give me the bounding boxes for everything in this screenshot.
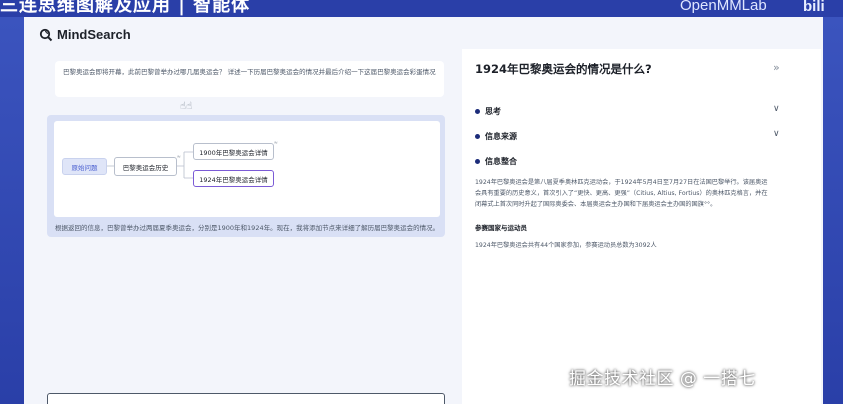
section-sources[interactable]: 信息来源 ∨	[475, 129, 780, 143]
answer-panel: 1924年巴黎奥运会的情况是什么? » 思考 ∨ 信息来源 ∨ 信息整合 192…	[462, 49, 821, 404]
answer-title: 1924年巴黎奥运会的情况是什么?	[475, 62, 652, 76]
node-status-mark: ≈	[176, 154, 181, 160]
chevron-down-icon[interactable]: ∨	[773, 104, 780, 114]
section-label: 思考	[485, 106, 501, 116]
app-title: MindSearch	[57, 27, 131, 42]
mindsearch-app: MindSearch 巴黎奥运会即将开幕，此前巴黎曾举办过哪几届奥运会？ 详述一…	[24, 17, 823, 404]
graph-node-label: 巴黎奥运会历史	[122, 163, 169, 172]
section-label: 信息来源	[485, 131, 517, 141]
bili-logo: bili	[803, 0, 825, 15]
graph-node-paris-history[interactable]: 巴黎奥运会历史 ≈	[114, 154, 181, 176]
app-logo[interactable]: MindSearch	[39, 27, 131, 42]
chat-input-box[interactable]	[47, 393, 445, 404]
chevron-down-icon[interactable]: ∨	[773, 129, 780, 139]
double-chevron-right-icon[interactable]: »	[773, 61, 780, 74]
video-banner-text: 三连思维图解及应用 | 智能体	[0, 0, 251, 16]
node-status-mark: ≈	[273, 140, 278, 146]
section-think[interactable]: 思考 ∨	[475, 104, 780, 118]
video-left-frame	[0, 17, 24, 404]
graph-node-root[interactable]: 原始问题	[62, 158, 107, 175]
user-question-text: 巴黎奥运会即将开幕，此前巴黎曾举办过哪几届奥运会？ 详述一下历届巴黎奥运会的情况…	[63, 68, 436, 76]
section-bullet	[475, 133, 480, 139]
section-label: 信息整合	[485, 156, 517, 166]
video-right-frame	[823, 17, 843, 404]
answer-subheading: 参赛国家与运动员	[475, 224, 527, 232]
graph-node-label: 原始问题	[71, 163, 98, 172]
graph-edges	[107, 151, 193, 179]
graph-node-1924-selected[interactable]: 1924年巴黎奥运会详情	[193, 170, 274, 187]
video-top-strip: 三连思维图解及应用 | 智能体 OpenMMLab bili	[0, 0, 843, 17]
graph-summary-text: 根据返回的信息，巴黎曾举办过两届夏季奥运会，分别是1900年和1924年。现在，…	[55, 224, 440, 232]
search-icon	[39, 28, 53, 41]
graph-node-label: 1900年巴黎奥运会详情	[199, 148, 268, 157]
section-bullet	[475, 108, 480, 114]
citation-mark[interactable]: °°。	[704, 201, 716, 208]
section-bullet	[475, 158, 480, 164]
juejin-watermark: 掘金技术社区 @ 一搭七	[569, 369, 756, 389]
user-question-card: 巴黎奥运会即将开幕，此前巴黎曾举办过哪几届奥运会？ 详述一下历届巴黎奥运会的情况…	[55, 61, 444, 97]
openmmlab-logo: OpenMMLab	[680, 0, 767, 14]
search-graph-canvas: 原始问题 巴黎奥运会历史 ≈ 1900年巴黎奥运会详情 ≈ 1924年巴黎奥运会…	[54, 121, 440, 217]
graph-node-1900[interactable]: 1900年巴黎奥运会详情 ≈	[193, 140, 278, 160]
answer-subparagraph: 1924年巴黎奥运会共有44个国家参加，参赛运动员总数为3092人	[475, 242, 657, 249]
answer-paragraph: 1924年巴黎奥运会是第八届夏季奥林匹克运动会，于1924年5月4日至7月27日…	[475, 177, 773, 210]
answer-paragraph-text: 1924年巴黎奥运会是第八届夏季奥林匹克运动会，于1924年5月4日至7月27日…	[475, 179, 768, 208]
section-integrate: 信息整合	[475, 154, 780, 168]
search-graph-panel: 原始问题 巴黎奥运会历史 ≈ 1900年巴黎奥运会详情 ≈ 1924年巴黎奥运会…	[47, 115, 445, 237]
graph-node-label: 1924年巴黎奥运会详情	[199, 175, 268, 184]
hand-pointer-icon: ☝☝	[180, 101, 193, 112]
